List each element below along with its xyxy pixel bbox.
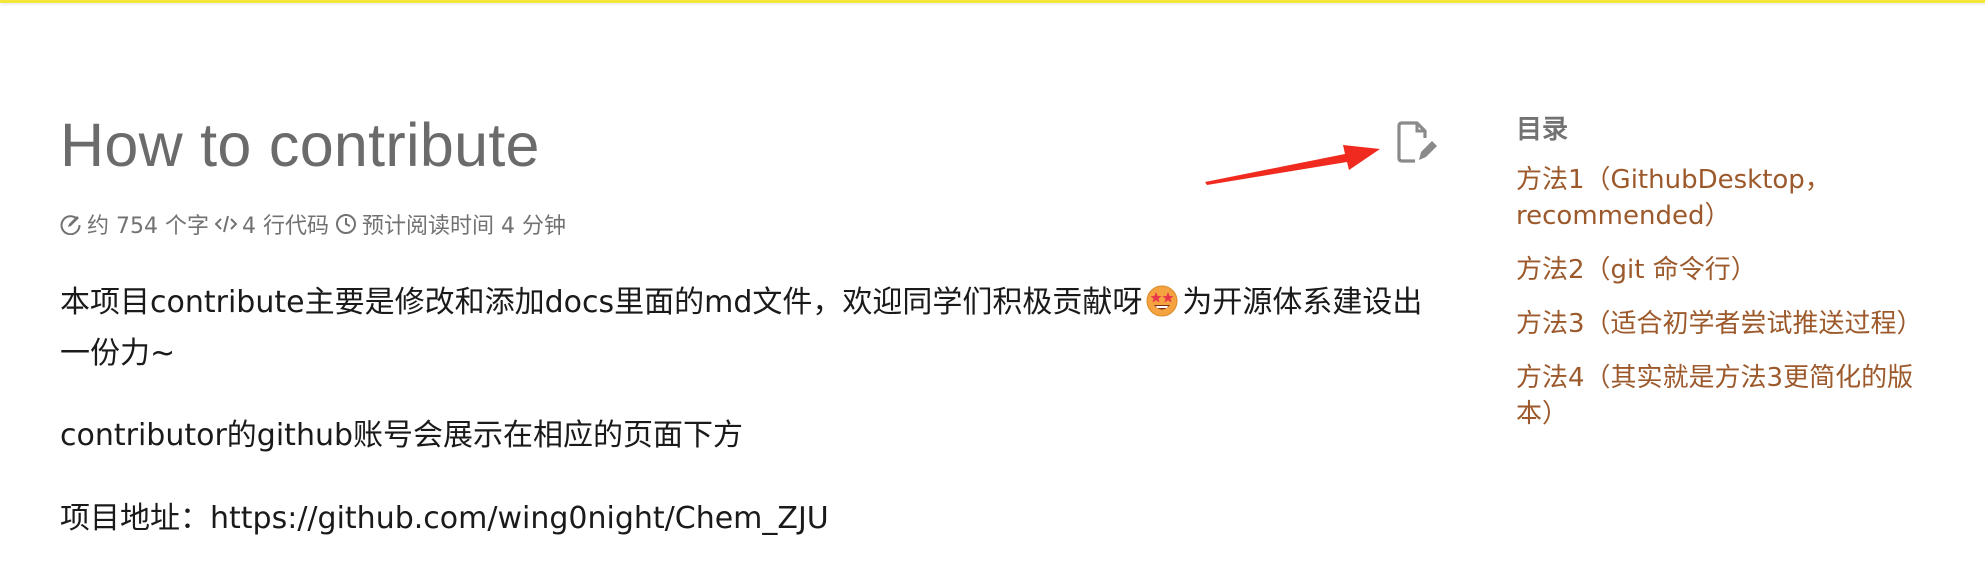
contributor-paragraph: contributor的github账号会展示在相应的页面下方 — [60, 418, 744, 453]
header-bar — [0, 0, 1985, 3]
reading-time-text: 预计阅读时间 4 分钟 — [361, 214, 566, 239]
project-url-paragraph: 项目地址：https://github.com/wing0night/Chem_… — [60, 501, 829, 536]
reading-time: 预计阅读时间 4 分钟 — [335, 208, 566, 240]
article-meta: 约 754 个字 4 行代码 预计阅读时间 4 分钟 — [60, 208, 572, 240]
clock-icon — [335, 214, 356, 234]
word-count-text: 约 754 个字 — [87, 214, 209, 239]
toc-item-method-4[interactable]: 方法4（其实就是方法3更简化的版本） — [1516, 360, 1936, 432]
toc-item-method-2[interactable]: 方法2（git 命令行） — [1516, 252, 1936, 288]
intro-text-start: 本项目contribute主要是修改和添加docs里面的md文件，欢迎同学们积极… — [60, 285, 1143, 320]
code-icon — [214, 215, 237, 233]
edit-page-icon[interactable] — [1395, 120, 1437, 164]
toc-list: 方法1（GithubDesktop，recommended） 方法2（git 命… — [1516, 162, 1936, 432]
toc-item-method-3[interactable]: 方法3（适合初学者尝试推送过程） — [1516, 306, 1936, 342]
toc-item-method-1[interactable]: 方法1（GithubDesktop，recommended） — [1516, 162, 1936, 234]
star-struck-emoji-icon — [1146, 285, 1178, 317]
code-lines: 4 行代码 — [214, 208, 329, 240]
toc-title: 目录 — [1516, 115, 1569, 145]
word-count: 约 754 个字 — [60, 208, 209, 240]
intro-paragraph: 本项目contribute主要是修改和添加docs里面的md文件，欢迎同学们积极… — [60, 277, 1440, 379]
annotation-arrow — [1205, 145, 1380, 185]
table-of-contents: 目录 方法1（GithubDesktop，recommended） 方法2（gi… — [1516, 110, 1936, 450]
code-lines-text: 4 行代码 — [241, 214, 329, 239]
edit-circle-icon — [60, 215, 81, 235]
